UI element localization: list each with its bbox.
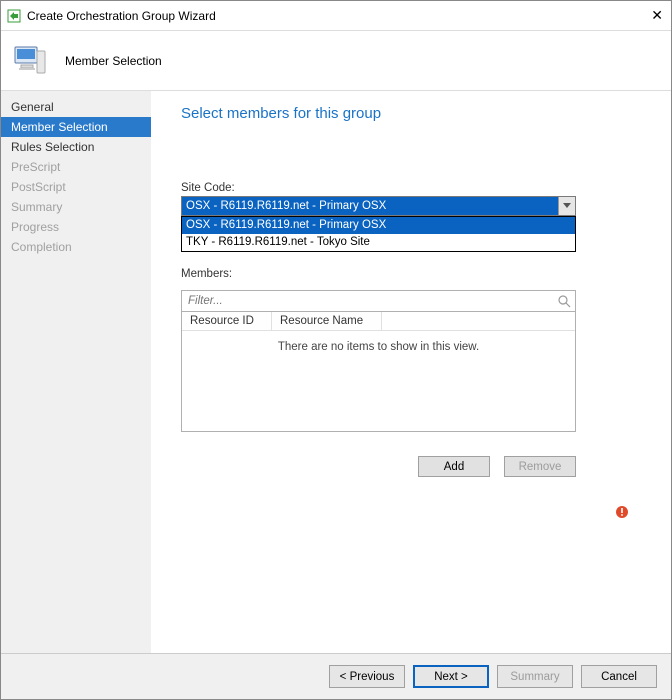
summary-button: Summary — [497, 665, 573, 688]
cancel-button[interactable]: Cancel — [581, 665, 657, 688]
app-icon — [7, 9, 21, 23]
site-code-label: Site Code: — [181, 182, 621, 194]
window-title: Create Orchestration Group Wizard — [27, 9, 216, 23]
site-code-dropdown: OSX - R6119.R6119.net - Primary OSX TKY … — [181, 216, 576, 252]
filter-input[interactable] — [182, 291, 553, 311]
close-button[interactable]: ✕ — [651, 7, 663, 24]
members-filter[interactable] — [181, 290, 576, 312]
sidebar-item-general[interactable]: General — [1, 97, 151, 117]
empty-message: There are no items to show in this view. — [182, 331, 575, 353]
chevron-down-icon[interactable] — [558, 197, 575, 215]
wizard-footer: < Previous Next > Summary Cancel — [1, 653, 671, 699]
page-title: Member Selection — [65, 54, 162, 68]
wizard-main: Select members for this group Site Code:… — [151, 91, 671, 653]
search-icon[interactable] — [553, 295, 575, 308]
add-button[interactable]: Add — [418, 456, 490, 477]
page-heading: Select members for this group — [181, 105, 621, 122]
site-code-select[interactable]: OSX - R6119.R6119.net - Primary OSX OSX … — [181, 196, 576, 216]
members-table: Resource ID Resource Name There are no i… — [181, 312, 576, 432]
col-resource-name[interactable]: Resource Name — [272, 312, 382, 330]
members-label: Members: — [181, 268, 621, 280]
computer-icon — [11, 41, 51, 81]
site-code-selected: OSX - R6119.R6119.net - Primary OSX — [186, 200, 386, 212]
sidebar-item-completion: Completion — [1, 237, 151, 257]
wizard-header: Member Selection — [1, 31, 671, 91]
next-button[interactable]: Next > — [413, 665, 489, 688]
wizard-sidebar: General Member Selection Rules Selection… — [1, 91, 151, 653]
sidebar-item-member-selection[interactable]: Member Selection — [1, 117, 151, 137]
error-icon — [615, 505, 629, 519]
previous-button[interactable]: < Previous — [329, 665, 405, 688]
wizard-window: Create Orchestration Group Wizard ✕ Memb… — [0, 0, 672, 700]
sidebar-item-rules-selection[interactable]: Rules Selection — [1, 137, 151, 157]
remove-button: Remove — [504, 456, 576, 477]
sidebar-item-prescript: PreScript — [1, 157, 151, 177]
sidebar-item-progress: Progress — [1, 217, 151, 237]
title-bar: Create Orchestration Group Wizard ✕ — [1, 1, 671, 31]
sidebar-item-summary: Summary — [1, 197, 151, 217]
site-code-option-tky[interactable]: TKY - R6119.R6119.net - Tokyo Site — [182, 234, 575, 251]
col-resource-id[interactable]: Resource ID — [182, 312, 272, 330]
site-code-option-osx[interactable]: OSX - R6119.R6119.net - Primary OSX — [182, 217, 575, 234]
sidebar-item-postscript: PostScript — [1, 177, 151, 197]
